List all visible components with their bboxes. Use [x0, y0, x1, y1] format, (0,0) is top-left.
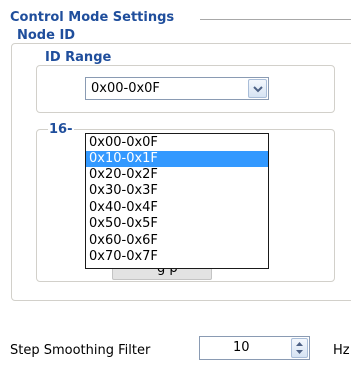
- option-0x00-0x0f[interactable]: 0x00-0x0F: [86, 135, 268, 151]
- option-0x30-0x3f[interactable]: 0x30-0x3F: [86, 183, 268, 199]
- step-smoothing-spinner[interactable]: 10: [199, 336, 310, 360]
- spinner-buttons[interactable]: [291, 338, 308, 358]
- option-0x20-0x2f[interactable]: 0x20-0x2F: [86, 167, 268, 183]
- option-0x10-0x1f[interactable]: 0x10-0x1F: [86, 151, 268, 167]
- control-mode-divider: [200, 19, 351, 20]
- id-range-dropdown-list[interactable]: 0x00-0x0F 0x10-0x1F 0x20-0x2F 0x30-0x3F …: [85, 133, 269, 269]
- dropdown-arrow-button[interactable]: [248, 79, 267, 98]
- spin-up-down-icon: [296, 342, 303, 354]
- option-0x40-0x4f[interactable]: 0x40-0x4F: [86, 200, 268, 216]
- step-smoothing-label: Step Smoothing Filter: [10, 343, 151, 358]
- chevron-down-icon: [253, 86, 263, 93]
- option-0x70-0x7f[interactable]: 0x70-0x7F: [86, 249, 268, 265]
- node-id-title: Node ID: [16, 28, 77, 43]
- option-0x50-0x5f[interactable]: 0x50-0x5F: [86, 216, 268, 232]
- id-range-title: ID Range: [44, 50, 113, 65]
- id-range-select-value: 0x00-0x0F: [91, 81, 160, 96]
- step-smoothing-unit: Hz: [333, 343, 350, 358]
- step-smoothing-value: 10: [233, 340, 250, 355]
- sixteen-group-title: 16-: [48, 122, 74, 137]
- control-mode-title: Control Mode Settings: [9, 10, 176, 25]
- option-0x60-0x6f[interactable]: 0x60-0x6F: [86, 233, 268, 249]
- id-range-select[interactable]: 0x00-0x0F: [85, 77, 269, 100]
